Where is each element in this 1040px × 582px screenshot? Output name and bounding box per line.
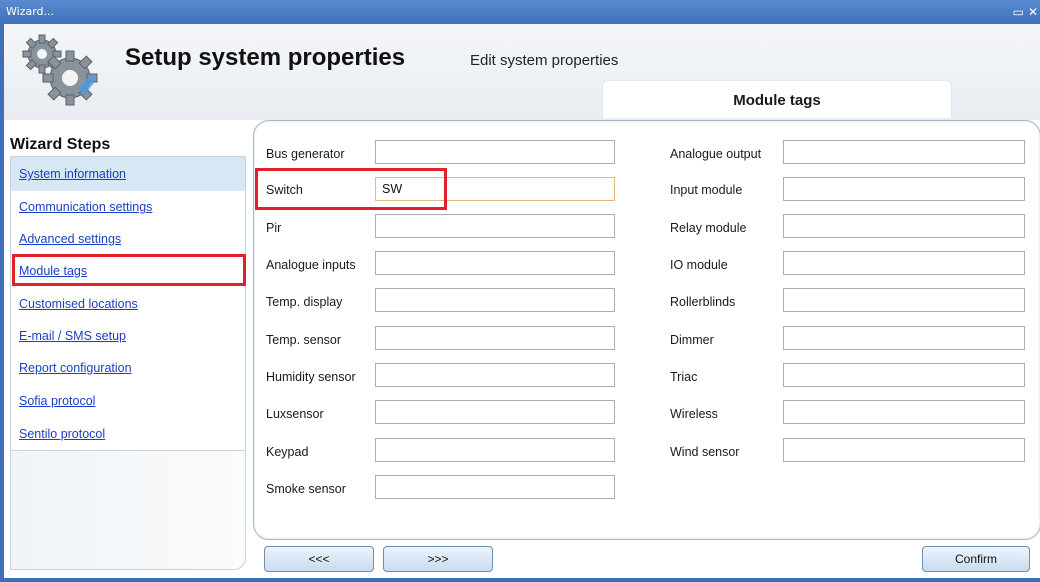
input-pir[interactable] <box>375 214 615 238</box>
step-report-configuration[interactable]: Report configuration <box>19 361 132 375</box>
step-sentilo-protocol[interactable]: Sentilo protocol <box>19 427 105 441</box>
label-temp-sensor: Temp. sensor <box>266 333 342 347</box>
label-humidity-sensor: Humidity sensor <box>266 370 356 384</box>
label-pir: Pir <box>266 221 282 235</box>
label-bus-generator: Bus generator <box>266 147 345 161</box>
input-humidity-sensor[interactable] <box>375 363 615 387</box>
label-wireless: Wireless <box>670 407 718 421</box>
input-triac[interactable] <box>783 363 1025 387</box>
step-customised-locations[interactable]: Customised locations <box>19 297 138 311</box>
label-relay-module: Relay module <box>670 221 747 235</box>
next-button[interactable]: >>> <box>383 546 493 572</box>
label-wind-sensor: Wind sensor <box>670 445 740 459</box>
wizard-steps-panel: System information Communication setting… <box>10 156 246 570</box>
input-luxsensor[interactable] <box>375 400 615 424</box>
input-analogue-output[interactable] <box>783 140 1025 164</box>
close-icon[interactable]: ✕ <box>1026 0 1040 24</box>
input-relay-module[interactable] <box>783 214 1025 238</box>
input-rollerblinds[interactable] <box>783 288 1025 312</box>
input-wireless[interactable] <box>783 400 1025 424</box>
maximize-icon[interactable]: ▭ <box>1011 0 1026 24</box>
confirm-button[interactable]: Confirm <box>922 546 1030 572</box>
tab-module-tags[interactable]: Module tags <box>602 80 952 118</box>
label-analogue-output: Analogue output <box>670 147 762 161</box>
gears-icon <box>22 34 98 106</box>
step-email-sms-setup[interactable]: E-mail / SMS setup <box>19 329 126 343</box>
input-bus-generator[interactable] <box>375 140 615 164</box>
step-advanced-settings[interactable]: Advanced settings <box>19 232 121 246</box>
window-title: Wizard... <box>6 5 55 18</box>
input-io-module[interactable] <box>783 251 1025 275</box>
input-analogue-inputs[interactable] <box>375 251 615 275</box>
label-smoke-sensor: Smoke sensor <box>266 482 346 496</box>
label-dimmer: Dimmer <box>670 333 714 347</box>
wizard-steps-title: Wizard Steps <box>10 136 111 153</box>
label-keypad: Keypad <box>266 445 309 459</box>
label-io-module: IO module <box>670 258 728 272</box>
step-system-information[interactable]: System information <box>19 167 126 181</box>
page-title: Setup system properties <box>125 44 406 71</box>
label-input-module: Input module <box>670 183 743 197</box>
input-wind-sensor[interactable] <box>783 438 1025 462</box>
window-titlebar: Wizard... ▭ ✕ <box>0 0 1040 24</box>
input-temp-sensor[interactable] <box>375 326 615 350</box>
highlight-box-module-tags <box>12 254 246 286</box>
label-triac: Triac <box>670 370 698 384</box>
step-sofia-protocol[interactable]: Sofia protocol <box>19 394 95 408</box>
label-rollerblinds: Rollerblinds <box>670 295 736 309</box>
input-smoke-sensor[interactable] <box>375 475 615 499</box>
highlight-box-switch <box>255 168 447 210</box>
step-communication-settings[interactable]: Communication settings <box>19 200 152 214</box>
input-temp-display[interactable] <box>375 288 615 312</box>
wizard-steps-list: System information Communication setting… <box>11 157 245 451</box>
input-keypad[interactable] <box>375 438 615 462</box>
label-luxsensor: Luxsensor <box>266 407 324 421</box>
input-input-module[interactable] <box>783 177 1025 201</box>
input-dimmer[interactable] <box>783 326 1025 350</box>
label-temp-display: Temp. display <box>266 295 343 309</box>
previous-button[interactable]: <<< <box>264 546 374 572</box>
label-analogue-inputs: Analogue inputs <box>266 258 356 272</box>
page-subtitle: Edit system properties <box>470 52 619 69</box>
